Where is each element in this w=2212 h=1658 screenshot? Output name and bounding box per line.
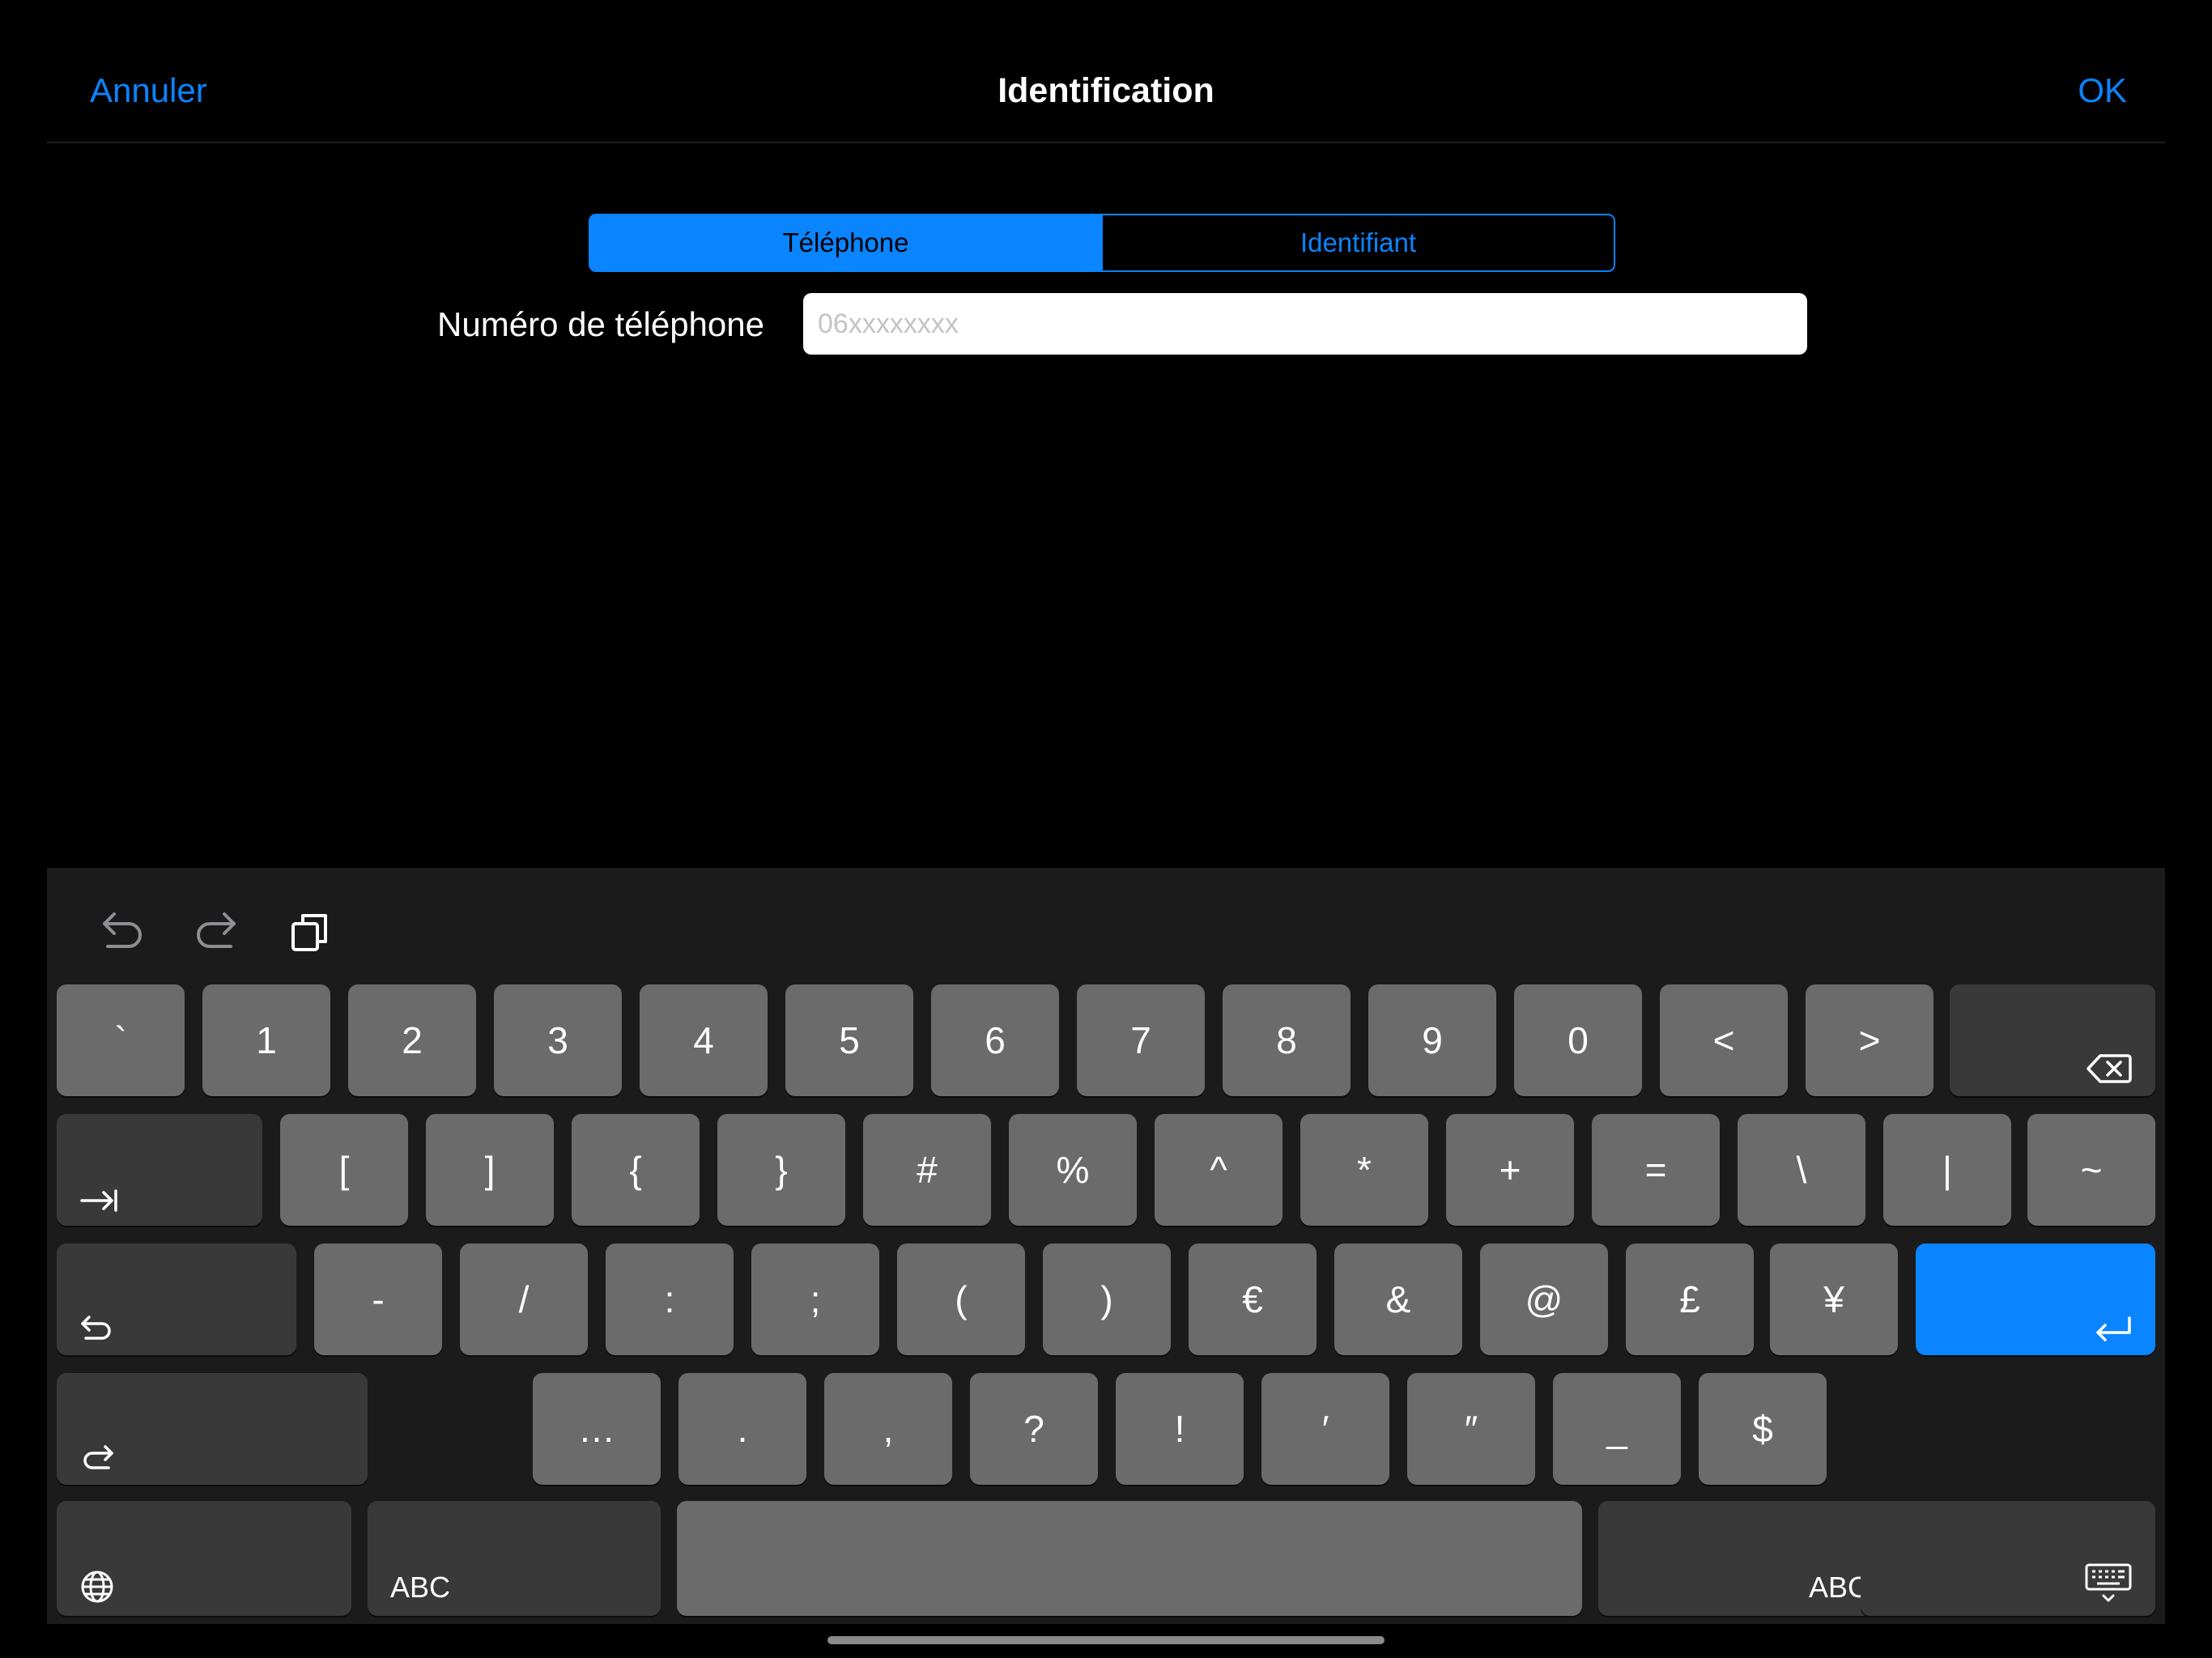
dismiss-keyboard-key[interactable] bbox=[1861, 1501, 2155, 1616]
key[interactable]: ) bbox=[1043, 1244, 1171, 1355]
key[interactable]: } bbox=[717, 1114, 845, 1226]
key[interactable]: ] bbox=[426, 1114, 554, 1226]
key[interactable]: > bbox=[1806, 984, 1933, 1096]
key[interactable]: 3 bbox=[494, 984, 622, 1096]
key[interactable]: ″ bbox=[1407, 1373, 1535, 1485]
globe-icon bbox=[81, 1571, 113, 1603]
key[interactable]: % bbox=[1009, 1114, 1137, 1226]
page-title: Identification bbox=[998, 71, 1214, 110]
key[interactable]: * bbox=[1300, 1114, 1428, 1226]
home-indicator[interactable] bbox=[827, 1636, 1385, 1644]
backspace-icon bbox=[2087, 1054, 2132, 1083]
abc-key-left-label: ABC bbox=[390, 1571, 451, 1604]
on-screen-keyboard: ` 1 2 3 4 5 6 7 8 9 0 < > [ ] { } # % ^ … bbox=[47, 868, 2165, 1624]
undo-icon[interactable] bbox=[94, 903, 151, 960]
key[interactable]: $ bbox=[1699, 1373, 1827, 1485]
key[interactable]: 1 bbox=[202, 984, 330, 1096]
tab-key[interactable] bbox=[57, 1114, 262, 1226]
key[interactable]: ; bbox=[751, 1244, 879, 1355]
undo-key[interactable] bbox=[57, 1244, 296, 1355]
key[interactable]: 6 bbox=[931, 984, 1059, 1096]
key[interactable]: 8 bbox=[1223, 984, 1351, 1096]
key[interactable]: 7 bbox=[1077, 984, 1205, 1096]
key[interactable]: = bbox=[1592, 1114, 1720, 1226]
ok-button[interactable]: OK bbox=[2078, 68, 2127, 113]
keyboard-dismiss-icon bbox=[2085, 1563, 2132, 1602]
nav-divider bbox=[47, 142, 2165, 143]
phone-number-input[interactable] bbox=[803, 293, 1807, 355]
segment-identifiant[interactable]: Identifiant bbox=[1101, 215, 1614, 270]
key[interactable]: ¥ bbox=[1770, 1244, 1898, 1355]
key[interactable]: : bbox=[606, 1244, 734, 1355]
key[interactable]: _ bbox=[1553, 1373, 1681, 1485]
key[interactable]: - bbox=[314, 1244, 442, 1355]
key[interactable]: £ bbox=[1626, 1244, 1754, 1355]
redo-icon bbox=[83, 1445, 113, 1469]
key[interactable]: 5 bbox=[785, 984, 913, 1096]
return-key[interactable] bbox=[1916, 1244, 2155, 1355]
tab-icon bbox=[80, 1189, 117, 1212]
key[interactable]: ′ bbox=[1261, 1373, 1389, 1485]
login-method-segmented-control: Téléphone Identifiant bbox=[589, 214, 1615, 272]
abc-key-left[interactable]: ABC bbox=[368, 1501, 661, 1616]
key[interactable]: , bbox=[824, 1373, 952, 1485]
delete-key[interactable] bbox=[1950, 984, 2155, 1096]
undo-icon bbox=[81, 1316, 111, 1340]
return-icon bbox=[2096, 1316, 2131, 1341]
globe-key[interactable] bbox=[57, 1501, 351, 1616]
key[interactable]: ^ bbox=[1155, 1114, 1283, 1226]
key[interactable]: ~ bbox=[2027, 1114, 2155, 1226]
abc-key-right[interactable]: ABC bbox=[1598, 1501, 1891, 1616]
key[interactable]: & bbox=[1334, 1244, 1462, 1355]
key[interactable]: ` bbox=[57, 984, 185, 1096]
key[interactable]: / bbox=[460, 1244, 588, 1355]
key[interactable]: 4 bbox=[640, 984, 768, 1096]
key[interactable]: | bbox=[1883, 1114, 2011, 1226]
space-key[interactable] bbox=[677, 1501, 1582, 1616]
key[interactable]: … bbox=[533, 1373, 661, 1485]
key[interactable]: ? bbox=[970, 1373, 1098, 1485]
key[interactable]: + bbox=[1446, 1114, 1574, 1226]
segment-telephone[interactable]: Téléphone bbox=[590, 215, 1101, 270]
key[interactable]: # bbox=[863, 1114, 991, 1226]
key[interactable]: 0 bbox=[1514, 984, 1642, 1096]
abc-key-right-label: ABC bbox=[1808, 1571, 1869, 1604]
key[interactable]: ! bbox=[1116, 1373, 1244, 1485]
key[interactable]: @ bbox=[1480, 1244, 1608, 1355]
phone-number-label: Numéro de téléphone bbox=[437, 305, 764, 343]
key[interactable]: 2 bbox=[348, 984, 476, 1096]
redo-icon[interactable] bbox=[188, 903, 245, 960]
redo-key[interactable] bbox=[57, 1373, 368, 1485]
key[interactable]: { bbox=[572, 1114, 700, 1226]
key[interactable]: 9 bbox=[1368, 984, 1496, 1096]
key[interactable]: [ bbox=[280, 1114, 408, 1226]
key[interactable]: \ bbox=[1738, 1114, 1865, 1226]
key[interactable]: € bbox=[1189, 1244, 1317, 1355]
key[interactable]: < bbox=[1660, 984, 1788, 1096]
key[interactable]: . bbox=[678, 1373, 806, 1485]
paste-icon[interactable] bbox=[282, 903, 338, 960]
key[interactable]: ( bbox=[897, 1244, 1025, 1355]
